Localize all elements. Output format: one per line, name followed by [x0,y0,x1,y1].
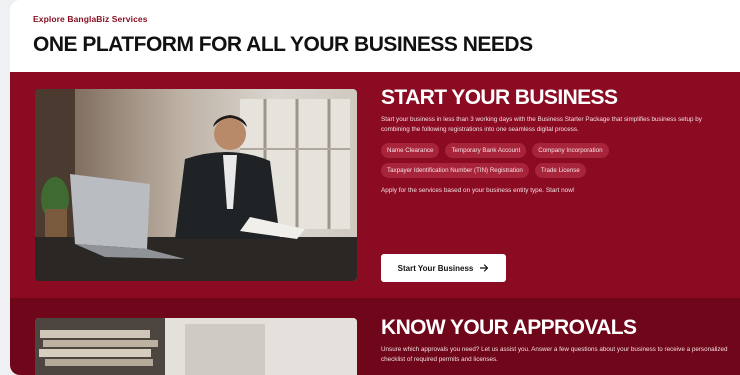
chip-company-incorporation: Company Incorporation [532,143,609,159]
know-approvals-title: KNOW YOUR APPROVALS [381,316,637,339]
start-business-section: START YOUR BUSINESS Start your business … [10,72,740,298]
arrow-right-icon [480,264,489,272]
know-approvals-description: Unsure which approvals you need? Let us … [381,346,728,363]
apply-note: Apply for the services based on your bus… [381,187,575,195]
documents-photo [35,318,357,375]
start-business-description: Start your business in less than 3 worki… [381,116,702,133]
start-business-content: START YOUR BUSINESS Start your business … [381,86,728,194]
page-headline: ONE PLATFORM FOR ALL YOUR BUSINESS NEEDS [33,33,533,56]
office-scene-illustration [35,89,357,281]
start-business-title: START YOUR BUSINESS [381,86,618,109]
know-approvals-content: KNOW YOUR APPROVALS Unsure which approva… [381,316,728,364]
registration-chips: Name Clearance Temporary Bank Account Co… [381,143,641,179]
chip-name-clearance: Name Clearance [381,143,440,159]
page-header: Explore BanglaBiz Services ONE PLATFORM … [33,14,740,57]
section-kicker: Explore BanglaBiz Services [33,14,148,24]
chip-trade-license: Trade License [534,163,586,179]
businessman-laptop-photo [35,89,357,281]
start-your-business-button[interactable]: Start Your Business [381,254,506,282]
start-your-business-label: Start Your Business [397,263,474,273]
know-approvals-section: KNOW YOUR APPROVALS Unsure which approva… [10,298,740,375]
chip-temporary-bank-account: Temporary Bank Account [445,143,527,159]
paper-stack-illustration [35,318,357,375]
services-card: Explore BanglaBiz Services ONE PLATFORM … [10,0,740,375]
chip-tin-registration: Taxpayer Identification Number (TIN) Reg… [381,163,529,179]
